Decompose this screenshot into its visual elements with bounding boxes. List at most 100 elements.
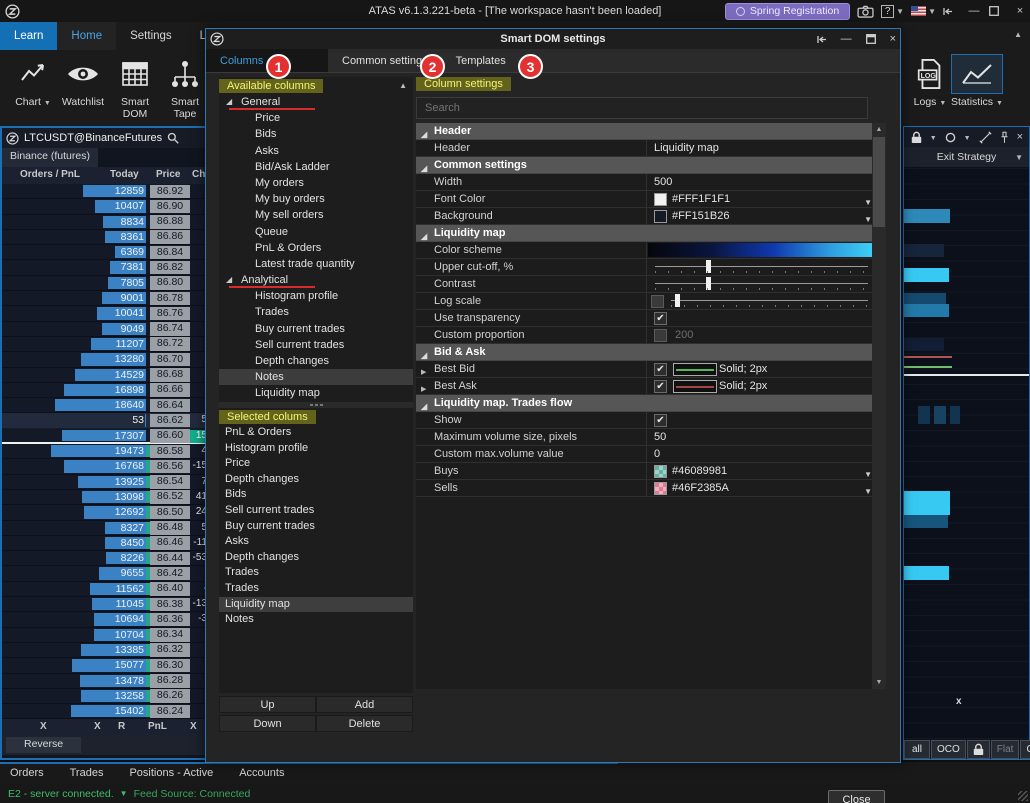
- pin-left-icon[interactable]: [817, 35, 827, 44]
- setting-value[interactable]: [646, 242, 878, 258]
- line-style-sample[interactable]: [673, 380, 717, 393]
- price-cell[interactable]: 86.48: [150, 521, 190, 535]
- dialog-close-button[interactable]: Close: [828, 790, 885, 803]
- tool-logs[interactable]: LOGLogs▼: [903, 54, 957, 108]
- language-selector[interactable]: ▼: [911, 6, 936, 16]
- maximize-button[interactable]: [866, 34, 876, 44]
- bottom-tab-orders[interactable]: Orders: [10, 767, 44, 779]
- lock-icon[interactable]: [911, 131, 922, 144]
- help-button[interactable]: ?▼: [881, 5, 904, 18]
- settings-scrollbar[interactable]: ▲ ▼: [872, 123, 886, 689]
- setting-value[interactable]: #FFF1F1F1▼: [646, 191, 878, 207]
- caret-down-icon[interactable]: ▼: [930, 131, 937, 143]
- caret-down-icon[interactable]: ▼: [964, 131, 971, 143]
- footer-label-2[interactable]: R: [118, 721, 125, 732]
- ribbon-collapse-icon[interactable]: ▲: [1014, 30, 1022, 39]
- checkbox-checked[interactable]: ✔: [654, 363, 667, 376]
- dom-row-86.64[interactable]: 1864086.64: [2, 398, 208, 413]
- price-cell[interactable]: 86.56: [150, 460, 190, 474]
- tree-item-sell-current-trades[interactable]: Sell current trades: [219, 337, 413, 353]
- close-button[interactable]: ×: [890, 33, 896, 45]
- dom-row-86.92[interactable]: 1285986.92: [2, 184, 208, 199]
- ribbon-tab-settings[interactable]: Settings: [116, 22, 186, 50]
- checkbox-checked[interactable]: ✔: [654, 312, 667, 325]
- checkbox-checked[interactable]: ✔: [654, 414, 667, 427]
- dom-row-86.32[interactable]: 1338586.32: [2, 643, 208, 658]
- dom-row-86.90[interactable]: 1040786.90: [2, 199, 208, 214]
- up-button[interactable]: Up: [219, 696, 316, 713]
- section-bid-ask[interactable]: ◢Bid & Ask: [416, 344, 878, 361]
- price-cell[interactable]: 86.66: [150, 383, 190, 397]
- price-cell[interactable]: 86.30: [150, 659, 190, 673]
- price-cell[interactable]: 86.38: [150, 598, 190, 612]
- selected-item-buy-current-trades[interactable]: Buy current trades: [219, 519, 413, 535]
- ribbon-tab-learn[interactable]: Learn: [0, 22, 57, 50]
- setting-value[interactable]: #46F2385A▼: [646, 480, 878, 496]
- delete-button[interactable]: Delete: [316, 715, 413, 732]
- dom-row-86.34[interactable]: 1070486.34: [2, 628, 208, 643]
- price-cell[interactable]: 86.78: [150, 292, 190, 306]
- dom-row-86.28[interactable]: 1347886.28: [2, 674, 208, 689]
- section-liquidity-map[interactable]: ◢Liquidity map: [416, 225, 878, 242]
- footer-label-3[interactable]: PnL: [148, 721, 167, 732]
- dom-row-86.30[interactable]: 1507786.30: [2, 658, 208, 673]
- selected-item-pnl-orders[interactable]: PnL & Orders: [219, 425, 413, 441]
- selected-item-depth-changes[interactable]: Depth changes: [219, 550, 413, 566]
- price-cell[interactable]: 86.28: [150, 674, 190, 688]
- dom-row-86.42[interactable]: 965586.42: [2, 566, 208, 581]
- price-cell[interactable]: 86.86: [150, 230, 190, 244]
- dom-row-86.62[interactable]: 5386.625: [2, 413, 208, 428]
- price-cell[interactable]: 86.84: [150, 246, 190, 260]
- all-button[interactable]: all: [904, 740, 930, 759]
- selected-item-notes[interactable]: Notes: [219, 612, 413, 628]
- price-cell[interactable]: 86.90: [150, 200, 190, 214]
- selected-item-liquidity-map[interactable]: Liquidity map: [219, 597, 413, 613]
- close-icon[interactable]: ×: [1017, 131, 1023, 143]
- setting-value[interactable]: #FF151B26▼: [646, 208, 878, 224]
- minimize-button[interactable]: —: [841, 33, 852, 45]
- close-button[interactable]: ×: [1012, 5, 1028, 17]
- dom-row-86.26[interactable]: 1325886.26: [2, 689, 208, 704]
- tool-smart-dom[interactable]: SmartDOM: [108, 54, 162, 120]
- footer-label-4[interactable]: X: [190, 721, 197, 732]
- caret-down-icon[interactable]: ▼: [120, 789, 128, 798]
- scroll-up-icon[interactable]: ▲: [872, 123, 886, 136]
- dom-row-86.40[interactable]: 1156286.40-: [2, 582, 208, 597]
- search-icon[interactable]: [167, 132, 179, 144]
- price-cell[interactable]: 86.44: [150, 552, 190, 566]
- footer-label-0[interactable]: X: [40, 721, 47, 732]
- tool-chart[interactable]: Chart▼: [6, 54, 60, 108]
- slider-track[interactable]: [671, 300, 868, 301]
- column-footer-x[interactable]: x: [956, 696, 962, 707]
- dom-row-86.50[interactable]: 1269286.5024: [2, 505, 208, 520]
- setting-value[interactable]: #46089981▼: [646, 463, 878, 479]
- down-button[interactable]: Down: [219, 715, 316, 732]
- reverse-button[interactable]: Reverse: [6, 737, 81, 753]
- add-button[interactable]: Add: [316, 696, 413, 713]
- color-scheme-gradient[interactable]: [648, 243, 877, 257]
- camera-icon[interactable]: [857, 5, 874, 18]
- tree-item-bids[interactable]: Bids: [219, 126, 413, 142]
- price-cell[interactable]: 86.76: [150, 307, 190, 321]
- dom-row-86.58[interactable]: 1947386.584: [2, 444, 208, 459]
- dom-row-86.52[interactable]: 1309886.5241: [2, 490, 208, 505]
- maximize-button[interactable]: [989, 6, 1005, 16]
- spring-registration-button[interactable]: Spring Registration: [725, 3, 850, 20]
- setting-value[interactable]: 0: [646, 446, 878, 462]
- dom-row-86.54[interactable]: 1392586.547: [2, 475, 208, 490]
- dom-row-86.56[interactable]: 1676886.56-15: [2, 459, 208, 474]
- setting-value[interactable]: [646, 276, 878, 292]
- tree-item-my-sell-orders[interactable]: My sell orders: [219, 207, 413, 223]
- dom-row-86.24[interactable]: 1540286.24: [2, 704, 208, 719]
- price-cell[interactable]: 86.60: [150, 429, 190, 443]
- dom-row-86.66[interactable]: 1689886.66: [2, 383, 208, 398]
- tools-icon[interactable]: [979, 131, 992, 144]
- price-cell[interactable]: 86.40: [150, 582, 190, 596]
- price-cell[interactable]: 86.26: [150, 689, 190, 703]
- dom-row-86.88[interactable]: 883486.88: [2, 215, 208, 230]
- instrument-symbol[interactable]: LTCUSDT@BinanceFutures: [24, 132, 162, 144]
- tree-item-bid-ask-ladder[interactable]: Bid/Ask Ladder: [219, 159, 413, 175]
- dom-row-86.36[interactable]: 1069486.36-3: [2, 612, 208, 627]
- bottom-tab-trades[interactable]: Trades: [70, 767, 104, 779]
- slider-track[interactable]: [655, 266, 868, 267]
